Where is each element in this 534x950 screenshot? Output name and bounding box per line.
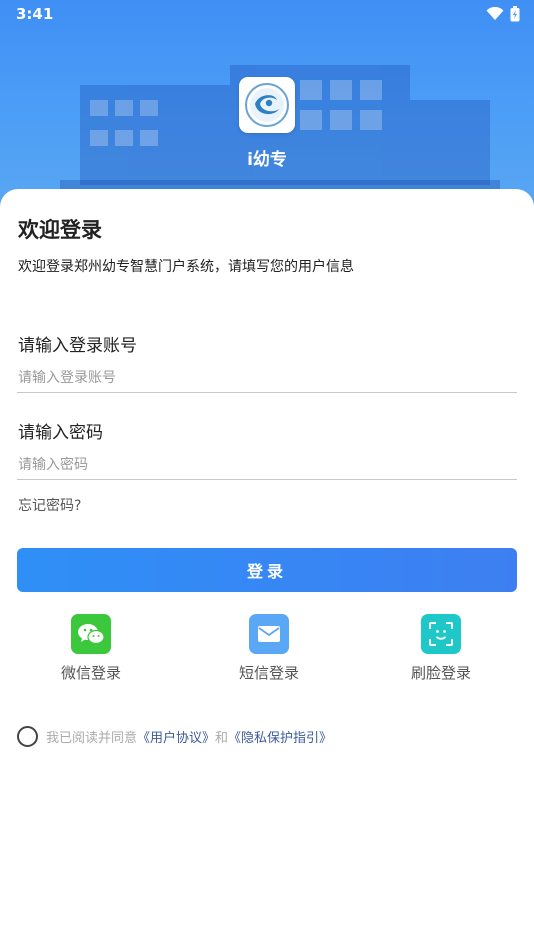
face-login-button[interactable]: 刷脸登录 [396, 614, 486, 683]
status-time: 3:41 [16, 5, 54, 23]
agreement-and: 和 [215, 731, 229, 746]
school-logo-icon [245, 83, 289, 127]
wechat-login-label: 微信登录 [60, 664, 121, 682]
battery-icon [510, 6, 520, 22]
agreement-prefix: 我已阅读并同意 [46, 731, 138, 746]
alt-login-row: 微信登录 短信登录 刷脸登录 [0, 614, 534, 684]
privacy-policy-link[interactable]: 《隐私保护指引》 [228, 731, 332, 746]
app-name: i幼专 [247, 150, 287, 170]
welcome-title: 欢迎登录 [18, 218, 102, 242]
login-button[interactable]: 登录 [17, 548, 517, 592]
forgot-password-link[interactable]: 忘记密码? [18, 495, 81, 515]
app-logo [239, 77, 295, 133]
login-card: 欢迎登录 欢迎登录郑州幼专智慧门户系统，请填写您的用户信息 请输入登录账号 请输… [0, 189, 534, 950]
wechat-login-button[interactable]: 微信登录 [46, 614, 136, 683]
face-login-label: 刷脸登录 [410, 664, 471, 682]
sms-login-button[interactable]: 短信登录 [224, 614, 314, 683]
wechat-icon [78, 624, 105, 645]
password-input[interactable] [17, 450, 517, 480]
account-label: 请输入登录账号 [18, 336, 137, 356]
sms-login-label: 短信登录 [238, 664, 299, 682]
face-scan-icon [429, 622, 453, 646]
agreement-checkbox[interactable] [17, 726, 38, 747]
welcome-subtitle: 欢迎登录郑州幼专智慧门户系统，请填写您的用户信息 [18, 259, 354, 275]
password-label: 请输入密码 [18, 423, 103, 443]
user-agreement-link[interactable]: 《用户协议》 [137, 731, 215, 746]
agreement-row: 我已阅读并同意《用户协议》和《隐私保护指引》 [17, 726, 332, 747]
account-input[interactable] [17, 363, 517, 393]
status-bar: 3:41 [0, 0, 534, 28]
wifi-icon [486, 7, 504, 20]
mail-icon [258, 626, 280, 642]
